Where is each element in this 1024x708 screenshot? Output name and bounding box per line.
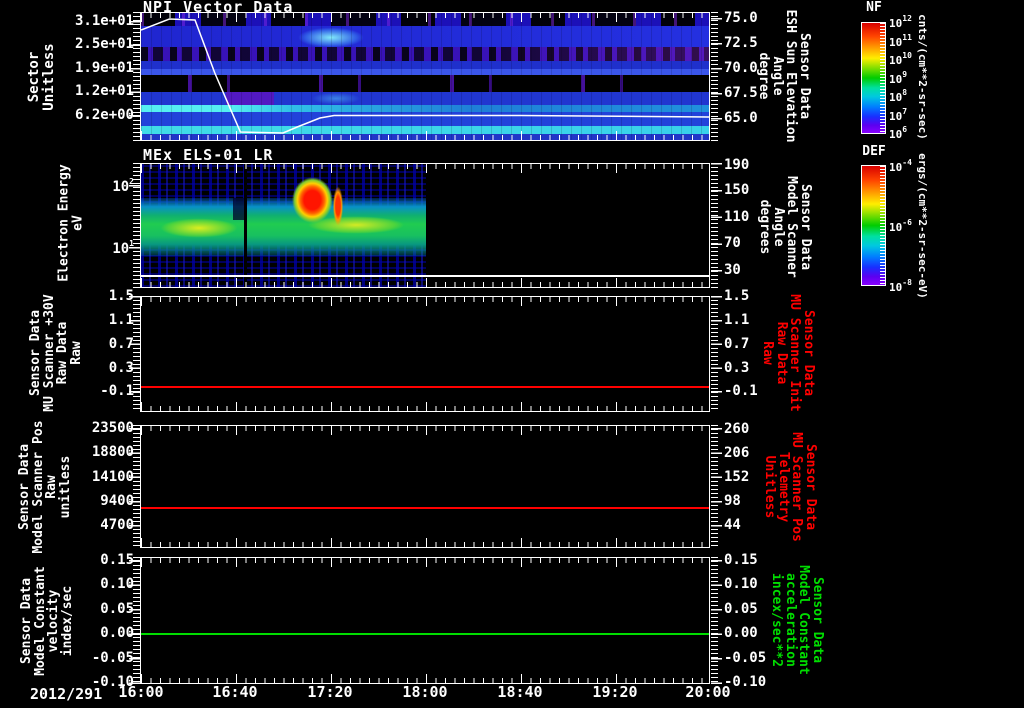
def-colorbar-title: DEF — [857, 146, 891, 158]
panel-mu30v-plot-area — [140, 296, 710, 412]
velocity-xmajor-top — [141, 558, 709, 567]
scannerpos-ymajor-right — [711, 428, 722, 527]
mu30v-xmajor-bottom — [141, 402, 709, 411]
npi-ytick-0: 3.1e+01 — [56, 15, 134, 27]
npi-ytick-3: 1.2e+01 — [56, 85, 134, 97]
mu30v-xmajor-top — [141, 297, 709, 306]
scannerpos-red-line — [141, 507, 709, 509]
time-tick-1: 16:40 — [212, 685, 257, 699]
time-tick-5: 19:20 — [592, 685, 637, 699]
sun-elevation-curve — [141, 13, 709, 140]
nf-colorbar-title: NF — [857, 2, 891, 14]
els-xmajor-bottom — [141, 278, 709, 287]
date-label: 2012/291 — [30, 685, 102, 703]
velocity-xmajor-bottom — [141, 674, 709, 683]
def-colorbar — [861, 165, 886, 286]
nf-colorbar — [861, 22, 886, 134]
els-spectrogram — [141, 164, 709, 287]
time-tick-2: 17:20 — [307, 685, 352, 699]
mu30v-ymajor-right — [711, 296, 722, 393]
npi-spectrogram — [141, 13, 709, 140]
panel-els-plot-area — [140, 163, 710, 288]
npi-ytick-1: 2.5e+01 — [56, 38, 134, 50]
tplot-screen: NPI Vector Data — [0, 0, 1024, 708]
npi-ytick-4: 6.2e+00 — [56, 109, 134, 121]
els-xmajor-top — [141, 164, 709, 173]
def-colorbar-ticks — [880, 166, 885, 285]
els-y2tick-0: 190 — [724, 159, 794, 171]
panel-velocity-plot-area — [140, 557, 710, 684]
els-white-line — [141, 275, 709, 277]
nf-colorbar-ticks — [880, 23, 885, 133]
scannerpos-xmajor-bottom — [141, 538, 709, 547]
panel-els-title: MEx ELS-01 LR — [143, 148, 273, 162]
panel-npi-plot-area — [140, 12, 710, 141]
time-tick-4: 18:40 — [497, 685, 542, 699]
scannerpos-xmajor-top — [141, 426, 709, 435]
velocity-green-line — [141, 633, 709, 635]
npi-ytick-2: 1.9e+01 — [56, 62, 134, 74]
mu30v-red-line — [141, 386, 709, 388]
els-data-gap — [244, 164, 247, 287]
npi-xmajor-bottom — [141, 131, 709, 140]
time-tick-6: 20:00 — [685, 685, 730, 699]
els-ymajor-right — [711, 163, 722, 273]
velocity-ytick-0: 0.15 — [56, 554, 134, 566]
time-tick-3: 18:00 — [402, 685, 447, 699]
panel-scannerpos-plot-area — [140, 425, 710, 548]
npi-ymajor-right — [711, 18, 722, 120]
velocity-y2tick-5: -0.10 — [724, 676, 794, 688]
velocity-y2tick-0: 0.15 — [724, 554, 794, 566]
time-tick-0: 16:00 — [118, 685, 163, 699]
velocity-ymajor-right — [711, 560, 722, 685]
els-red-streak — [331, 182, 345, 230]
npi-xmajor-top — [141, 13, 709, 22]
